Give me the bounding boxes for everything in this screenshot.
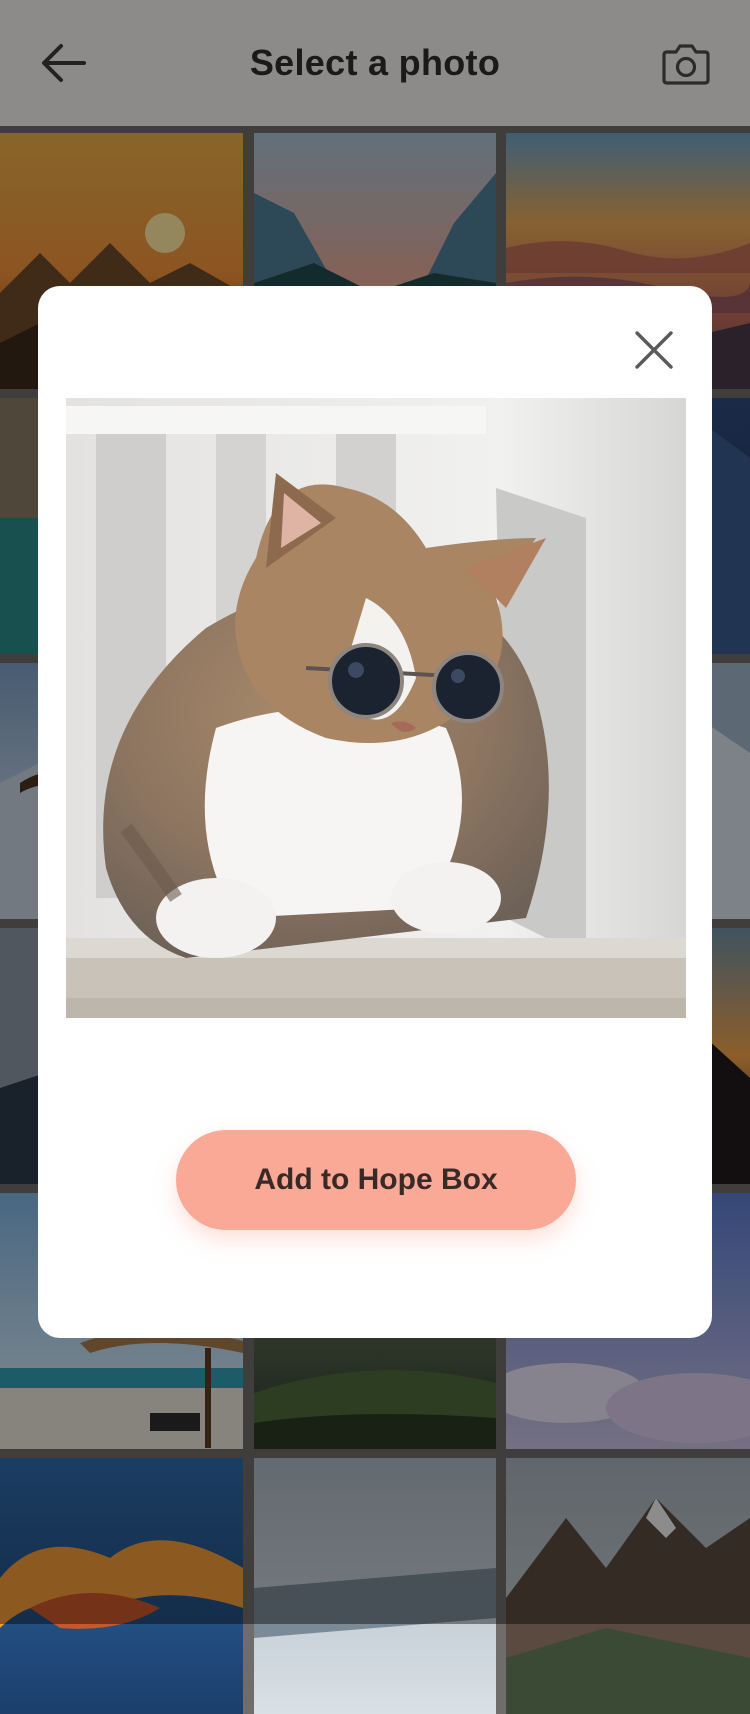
close-icon xyxy=(635,331,673,369)
add-to-hope-box-button[interactable]: Add to Hope Box xyxy=(176,1130,576,1230)
app-header: Select a photo xyxy=(0,0,750,126)
page-title: Select a photo xyxy=(249,42,501,83)
camera-icon xyxy=(662,44,710,85)
close-button[interactable] xyxy=(626,322,682,378)
photo-preview-dialog: Add to Hope Box xyxy=(38,286,712,1338)
cat-with-sunglasses-image xyxy=(66,398,686,1018)
photo-thumb-snowy-forest[interactable] xyxy=(254,1458,496,1714)
photo-thumb-mountain-river[interactable] xyxy=(506,1458,750,1714)
selected-photo-preview xyxy=(66,398,686,1018)
camera-button[interactable] xyxy=(652,32,720,96)
photo-thumb-orange-sky-clouds[interactable] xyxy=(0,1458,243,1714)
